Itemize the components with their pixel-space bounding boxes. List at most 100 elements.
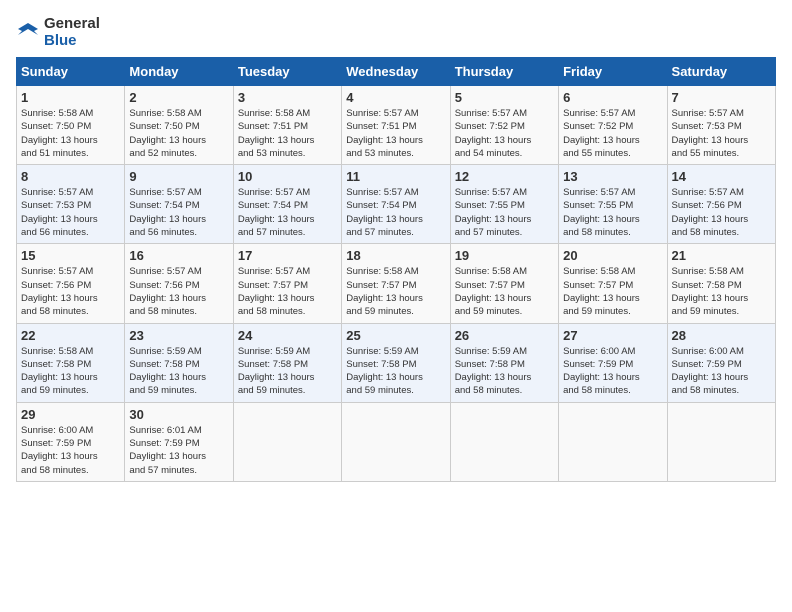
day-number: 2 xyxy=(129,90,228,105)
column-header-monday: Monday xyxy=(125,58,233,86)
day-cell: 18 Sunrise: 5:58 AMSunset: 7:57 PMDaylig… xyxy=(342,244,450,323)
day-cell: 28 Sunrise: 6:00 AMSunset: 7:59 PMDaylig… xyxy=(667,323,775,402)
day-number: 3 xyxy=(238,90,337,105)
day-number: 29 xyxy=(21,407,120,422)
day-cell: 15 Sunrise: 5:57 AMSunset: 7:56 PMDaylig… xyxy=(17,244,125,323)
day-cell: 29 Sunrise: 6:00 AMSunset: 7:59 PMDaylig… xyxy=(17,402,125,481)
day-cell: 10 Sunrise: 5:57 AMSunset: 7:54 PMDaylig… xyxy=(233,165,341,244)
day-info: Sunrise: 5:59 AMSunset: 7:58 PMDaylight:… xyxy=(346,345,445,398)
day-info: Sunrise: 5:58 AMSunset: 7:57 PMDaylight:… xyxy=(563,265,662,318)
day-cell: 13 Sunrise: 5:57 AMSunset: 7:55 PMDaylig… xyxy=(559,165,667,244)
day-cell: 27 Sunrise: 6:00 AMSunset: 7:59 PMDaylig… xyxy=(559,323,667,402)
day-number: 11 xyxy=(346,169,445,184)
day-info: Sunrise: 5:57 AMSunset: 7:56 PMDaylight:… xyxy=(129,265,228,318)
day-info: Sunrise: 5:58 AMSunset: 7:57 PMDaylight:… xyxy=(346,265,445,318)
day-info: Sunrise: 5:58 AMSunset: 7:58 PMDaylight:… xyxy=(21,345,120,398)
column-header-wednesday: Wednesday xyxy=(342,58,450,86)
day-cell: 22 Sunrise: 5:58 AMSunset: 7:58 PMDaylig… xyxy=(17,323,125,402)
day-cell: 12 Sunrise: 5:57 AMSunset: 7:55 PMDaylig… xyxy=(450,165,558,244)
day-info: Sunrise: 5:57 AMSunset: 7:54 PMDaylight:… xyxy=(129,186,228,239)
day-number: 9 xyxy=(129,169,228,184)
day-cell: 25 Sunrise: 5:59 AMSunset: 7:58 PMDaylig… xyxy=(342,323,450,402)
day-info: Sunrise: 5:57 AMSunset: 7:57 PMDaylight:… xyxy=(238,265,337,318)
day-number: 24 xyxy=(238,328,337,343)
column-header-friday: Friday xyxy=(559,58,667,86)
day-cell: 30 Sunrise: 6:01 AMSunset: 7:59 PMDaylig… xyxy=(125,402,233,481)
week-row-5: 29 Sunrise: 6:00 AMSunset: 7:59 PMDaylig… xyxy=(17,402,776,481)
column-header-tuesday: Tuesday xyxy=(233,58,341,86)
day-info: Sunrise: 5:57 AMSunset: 7:52 PMDaylight:… xyxy=(455,107,554,160)
day-cell: 9 Sunrise: 5:57 AMSunset: 7:54 PMDayligh… xyxy=(125,165,233,244)
day-number: 20 xyxy=(563,248,662,263)
day-number: 13 xyxy=(563,169,662,184)
day-info: Sunrise: 5:57 AMSunset: 7:51 PMDaylight:… xyxy=(346,107,445,160)
day-info: Sunrise: 5:57 AMSunset: 7:52 PMDaylight:… xyxy=(563,107,662,160)
day-number: 25 xyxy=(346,328,445,343)
day-info: Sunrise: 5:57 AMSunset: 7:56 PMDaylight:… xyxy=(672,186,771,239)
day-number: 26 xyxy=(455,328,554,343)
day-cell: 24 Sunrise: 5:59 AMSunset: 7:58 PMDaylig… xyxy=(233,323,341,402)
logo-blue: Blue xyxy=(44,33,100,50)
day-info: Sunrise: 5:57 AMSunset: 7:55 PMDaylight:… xyxy=(563,186,662,239)
day-cell: 16 Sunrise: 5:57 AMSunset: 7:56 PMDaylig… xyxy=(125,244,233,323)
day-number: 14 xyxy=(672,169,771,184)
day-info: Sunrise: 5:57 AMSunset: 7:53 PMDaylight:… xyxy=(21,186,120,239)
day-info: Sunrise: 5:58 AMSunset: 7:50 PMDaylight:… xyxy=(21,107,120,160)
day-number: 7 xyxy=(672,90,771,105)
day-info: Sunrise: 5:57 AMSunset: 7:54 PMDaylight:… xyxy=(346,186,445,239)
logo-bird-icon xyxy=(16,19,40,47)
day-cell xyxy=(559,402,667,481)
day-cell xyxy=(342,402,450,481)
day-cell xyxy=(450,402,558,481)
day-number: 12 xyxy=(455,169,554,184)
day-number: 19 xyxy=(455,248,554,263)
week-row-3: 15 Sunrise: 5:57 AMSunset: 7:56 PMDaylig… xyxy=(17,244,776,323)
day-cell: 4 Sunrise: 5:57 AMSunset: 7:51 PMDayligh… xyxy=(342,86,450,165)
day-info: Sunrise: 6:01 AMSunset: 7:59 PMDaylight:… xyxy=(129,424,228,477)
day-cell: 8 Sunrise: 5:57 AMSunset: 7:53 PMDayligh… xyxy=(17,165,125,244)
day-number: 22 xyxy=(21,328,120,343)
day-cell xyxy=(233,402,341,481)
column-header-sunday: Sunday xyxy=(17,58,125,86)
day-number: 30 xyxy=(129,407,228,422)
day-info: Sunrise: 5:58 AMSunset: 7:58 PMDaylight:… xyxy=(672,265,771,318)
day-info: Sunrise: 5:57 AMSunset: 7:53 PMDaylight:… xyxy=(672,107,771,160)
day-info: Sunrise: 5:58 AMSunset: 7:50 PMDaylight:… xyxy=(129,107,228,160)
column-header-saturday: Saturday xyxy=(667,58,775,86)
day-cell: 14 Sunrise: 5:57 AMSunset: 7:56 PMDaylig… xyxy=(667,165,775,244)
day-cell: 2 Sunrise: 5:58 AMSunset: 7:50 PMDayligh… xyxy=(125,86,233,165)
day-info: Sunrise: 6:00 AMSunset: 7:59 PMDaylight:… xyxy=(21,424,120,477)
day-number: 15 xyxy=(21,248,120,263)
day-info: Sunrise: 5:58 AMSunset: 7:57 PMDaylight:… xyxy=(455,265,554,318)
day-info: Sunrise: 5:58 AMSunset: 7:51 PMDaylight:… xyxy=(238,107,337,160)
day-info: Sunrise: 5:57 AMSunset: 7:54 PMDaylight:… xyxy=(238,186,337,239)
logo: General Blue xyxy=(16,16,100,49)
day-number: 23 xyxy=(129,328,228,343)
day-cell: 23 Sunrise: 5:59 AMSunset: 7:58 PMDaylig… xyxy=(125,323,233,402)
day-cell: 7 Sunrise: 5:57 AMSunset: 7:53 PMDayligh… xyxy=(667,86,775,165)
day-number: 27 xyxy=(563,328,662,343)
day-info: Sunrise: 5:59 AMSunset: 7:58 PMDaylight:… xyxy=(455,345,554,398)
day-cell: 21 Sunrise: 5:58 AMSunset: 7:58 PMDaylig… xyxy=(667,244,775,323)
header-row: SundayMondayTuesdayWednesdayThursdayFrid… xyxy=(17,58,776,86)
day-cell: 6 Sunrise: 5:57 AMSunset: 7:52 PMDayligh… xyxy=(559,86,667,165)
day-number: 6 xyxy=(563,90,662,105)
week-row-4: 22 Sunrise: 5:58 AMSunset: 7:58 PMDaylig… xyxy=(17,323,776,402)
day-number: 18 xyxy=(346,248,445,263)
day-number: 10 xyxy=(238,169,337,184)
day-number: 4 xyxy=(346,90,445,105)
logo-general: General xyxy=(44,16,100,33)
week-row-2: 8 Sunrise: 5:57 AMSunset: 7:53 PMDayligh… xyxy=(17,165,776,244)
day-cell: 3 Sunrise: 5:58 AMSunset: 7:51 PMDayligh… xyxy=(233,86,341,165)
column-header-thursday: Thursday xyxy=(450,58,558,86)
day-number: 1 xyxy=(21,90,120,105)
day-info: Sunrise: 5:59 AMSunset: 7:58 PMDaylight:… xyxy=(129,345,228,398)
header: General Blue xyxy=(16,16,776,49)
day-cell: 11 Sunrise: 5:57 AMSunset: 7:54 PMDaylig… xyxy=(342,165,450,244)
day-info: Sunrise: 5:57 AMSunset: 7:56 PMDaylight:… xyxy=(21,265,120,318)
day-cell: 26 Sunrise: 5:59 AMSunset: 7:58 PMDaylig… xyxy=(450,323,558,402)
calendar-table: SundayMondayTuesdayWednesdayThursdayFrid… xyxy=(16,57,776,482)
day-cell xyxy=(667,402,775,481)
day-number: 5 xyxy=(455,90,554,105)
day-cell: 5 Sunrise: 5:57 AMSunset: 7:52 PMDayligh… xyxy=(450,86,558,165)
